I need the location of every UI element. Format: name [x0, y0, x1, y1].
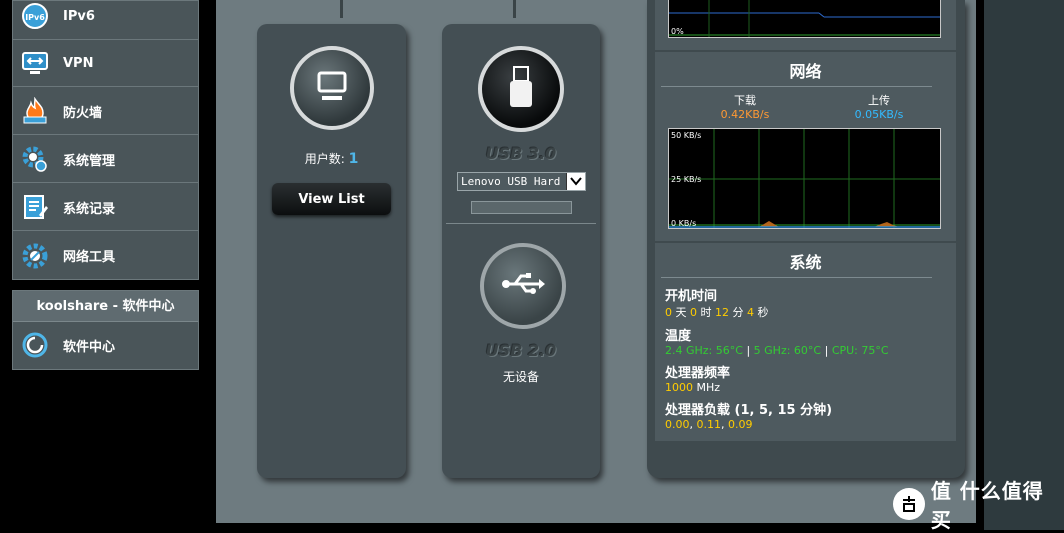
network-section: 网络 下载 0.42KB/s 上传 0.05KB/s 50 KB/s 25 KB… [655, 52, 956, 241]
cpu-graph: 0% [668, 0, 941, 38]
connector-line [513, 0, 516, 18]
usb2-status-button[interactable] [480, 243, 566, 329]
network-graph-tick: 50 KB/s [671, 131, 702, 140]
cpu-load-15: 0.09 [728, 418, 753, 431]
sidebar-item-vpn[interactable]: VPN [13, 40, 198, 87]
temperature-values: 2.4 GHz: 56°C | 5 GHz: 60°C | CPU: 75°C [665, 344, 889, 357]
download-label: 下载 [734, 94, 756, 107]
cpu-load-label: 处理器负载 (1, 5, 15 分钟) [665, 403, 833, 418]
uptime-minutes: 12 [715, 306, 729, 319]
cpu-load-values: 0.00, 0.11, 0.09 [665, 418, 753, 431]
uptime-minutes-unit: 分 [732, 306, 744, 319]
view-list-button[interactable]: View List [272, 183, 391, 215]
uptime-seconds: 4 [747, 306, 754, 319]
divider [661, 86, 932, 87]
cpu-section: 0% [655, 0, 956, 50]
uptime-hours-unit: 时 [700, 306, 712, 319]
chevron-down-icon [566, 173, 585, 190]
software-center-icon [21, 331, 49, 359]
cpu-freq-label: 处理器频率 [665, 366, 731, 381]
main-panel: 用户数: 1 View List USB 3.0 Lenovo USB Hard… [216, 0, 976, 523]
background-strip [984, 0, 1064, 530]
sidebar-item-label: VPN [63, 55, 94, 71]
usb-drive-icon [506, 65, 536, 113]
koolshare-header: koolshare - 软件中心 [13, 291, 198, 322]
koolshare-panel: koolshare - 软件中心 软件中心 [12, 290, 199, 370]
usb2-label: USB 2.0 [485, 341, 557, 360]
uptime-days: 0 [665, 306, 672, 319]
sidebar-item-label: IPv6 [63, 8, 95, 24]
usb-symbol-icon [501, 271, 545, 301]
system-info: 开机时间 0 天 0 时 12 分 4 秒 温度 2.4 GHz: 56°C |… [665, 285, 950, 431]
sidebar-item-label: 网络工具 [63, 250, 116, 265]
system-title: 系统 [789, 253, 822, 272]
client-count-row: 用户数: 1 [257, 150, 406, 167]
usb3-progress-bar [471, 201, 572, 214]
cpu-graph-label: 0% [671, 27, 684, 36]
vpn-icon [21, 49, 49, 77]
sidebar-item-label: 软件中心 [63, 339, 116, 355]
status-panel: 0% 网络 下载 0.42KB/s 上传 0.05KB/s 50 KB/s 25… [647, 0, 965, 478]
network-graph-tick: 0 KB/s [671, 219, 697, 228]
usb2-status: 无设备 [502, 370, 539, 384]
client-count-label: 用户数: [304, 152, 345, 166]
uptime-days-unit: 天 [675, 306, 687, 319]
connector-line [340, 0, 343, 18]
uptime-value: 0 天 0 时 12 分 4 秒 [665, 304, 950, 320]
firewall-icon [21, 97, 49, 125]
upload-value: 0.05KB/s [854, 108, 904, 121]
upload-label: 上传 [868, 94, 890, 107]
download-value: 0.42KB/s [720, 108, 770, 121]
sidebar-item-network-tools[interactable]: 网络工具 [13, 232, 198, 279]
log-icon [21, 193, 49, 221]
usb-card: USB 3.0 Lenovo USB Hard Drive USB 2.0 无设… [442, 24, 600, 478]
system-section: 系统 开机时间 0 天 0 时 12 分 4 秒 温度 2.4 GHz: 56°… [655, 243, 956, 441]
uptime-label: 开机时间 [665, 289, 718, 304]
divider [661, 277, 932, 278]
sidebar: IPv6 IPv6 VPN 防火墙 系统管理 系统记录 网络工具 [12, 0, 199, 280]
upload-stat: 上传 0.05KB/s [829, 92, 929, 121]
sidebar-item-label: 系统记录 [63, 201, 116, 217]
uptime-hours: 0 [690, 306, 697, 319]
clients-status-button[interactable] [290, 46, 374, 130]
watermark-logo-icon [893, 488, 925, 520]
gear-icon [21, 145, 49, 173]
usb3-status-button[interactable] [478, 46, 564, 132]
divider [446, 223, 596, 224]
svg-text:IPv6: IPv6 [25, 13, 45, 22]
sidebar-item-admin[interactable]: 系统管理 [13, 136, 198, 183]
uptime-seconds-unit: 秒 [757, 306, 769, 319]
cpu-freq-value: 1000 [665, 381, 693, 394]
cpu-freq-value-row: 1000 MHz [665, 381, 950, 394]
clients-card: 用户数: 1 View List [257, 24, 406, 478]
watermark: 值 什么值得买 [893, 479, 1064, 532]
network-title: 网络 [789, 62, 822, 81]
temp-2g: 2.4 GHz: 56°C [665, 344, 743, 357]
sidebar-item-firewall[interactable]: 防火墙 [13, 88, 198, 135]
cpu-load-1: 0.00 [665, 418, 690, 431]
cpu-load-5: 0.11 [696, 418, 722, 431]
sidebar-item-software-center[interactable]: 软件中心 [13, 323, 198, 367]
ipv6-icon: IPv6 [21, 2, 49, 30]
cpu-freq-unit: MHz [696, 381, 721, 394]
usb3-device-select[interactable]: Lenovo USB Hard Drive [457, 172, 586, 191]
download-stat: 下载 0.42KB/s [695, 92, 795, 121]
network-graph-svg [669, 129, 940, 228]
sidebar-item-label: 系统管理 [63, 153, 116, 169]
usb3-device-value: Lenovo USB Hard Drive [461, 175, 566, 188]
usb3-label: USB 3.0 [485, 144, 557, 163]
temperature-label: 温度 [665, 329, 692, 344]
sidebar-item-label: 防火墙 [63, 105, 103, 121]
client-count-value: 1 [348, 151, 359, 167]
temp-5g: 5 GHz: 60°C [753, 344, 822, 357]
sidebar-item-ipv6[interactable]: IPv6 IPv6 [13, 0, 198, 40]
network-tools-icon [21, 242, 49, 270]
temp-cpu: CPU: 75°C [831, 344, 889, 357]
network-graph: 50 KB/s 25 KB/s 0 KB/s [668, 128, 941, 229]
network-graph-tick: 25 KB/s [671, 175, 702, 184]
sidebar-item-syslog[interactable]: 系统记录 [13, 184, 198, 231]
watermark-text: 值 什么值得买 [930, 479, 1044, 532]
monitor-icon [315, 69, 349, 107]
